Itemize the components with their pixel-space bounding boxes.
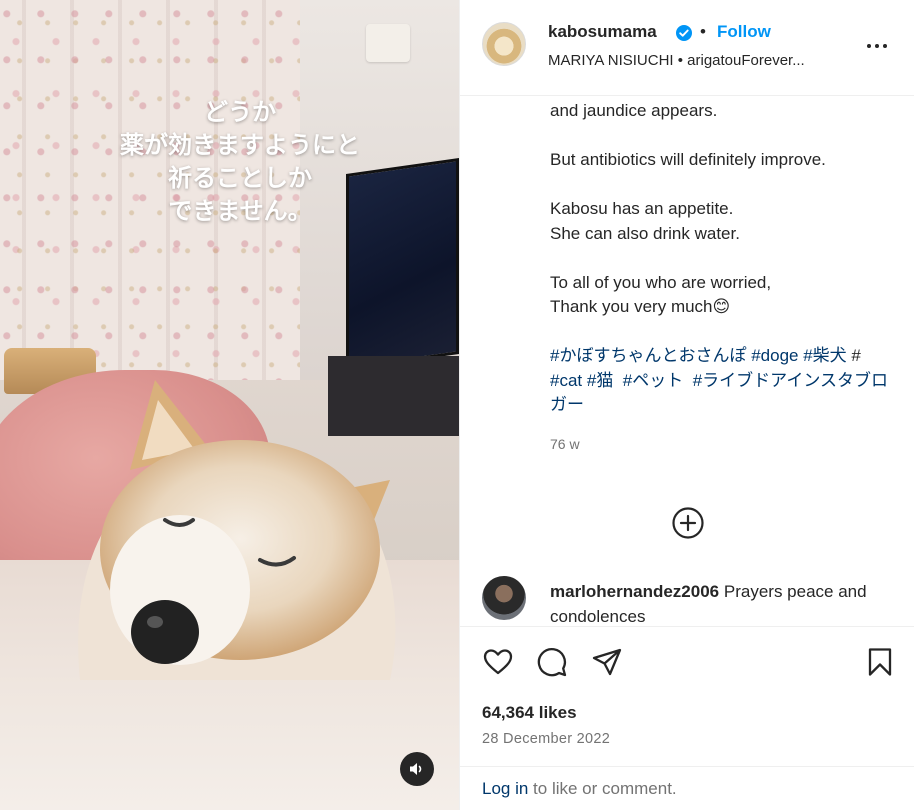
comments-scroll-area[interactable]: and jaundice appears. But antibiotics wi… bbox=[460, 97, 914, 625]
comment-icon[interactable] bbox=[536, 646, 568, 678]
hashtag-link[interactable]: #doge bbox=[751, 346, 798, 365]
audio-toggle-button[interactable] bbox=[400, 752, 434, 786]
caption-paragraph: To all of you who are worried, Thank you… bbox=[550, 272, 772, 317]
login-link[interactable]: Log in bbox=[482, 779, 528, 798]
hashtag-text: # bbox=[851, 346, 861, 365]
overlay-line: どうか bbox=[204, 98, 276, 126]
action-bar: 64,364 likes 28 December 2022 bbox=[460, 626, 914, 766]
login-prompt-text: to like or comment. bbox=[528, 779, 677, 798]
hashtag-link[interactable]: #かぼすちゃんとおさんぽ bbox=[550, 346, 746, 365]
plus-circle-icon[interactable] bbox=[671, 506, 705, 540]
hashtag-link[interactable]: #柴犬 bbox=[803, 346, 846, 365]
bookmark-icon[interactable] bbox=[864, 646, 896, 678]
hashtag-link[interactable]: #猫 bbox=[587, 371, 613, 390]
more-options-icon[interactable] bbox=[862, 34, 892, 58]
caption-paragraph: But antibiotics will definitely improve. bbox=[550, 150, 826, 169]
post-date: 28 December 2022 bbox=[482, 731, 611, 747]
shiba-dog-image bbox=[78, 380, 396, 680]
avatar[interactable] bbox=[482, 576, 526, 620]
post-media[interactable]: どうか 薬が効きますようにと 祈ることしか できません。 bbox=[0, 0, 459, 810]
avatar[interactable] bbox=[482, 22, 526, 66]
caption-paragraph: Kabosu has an appetite. She can also dri… bbox=[550, 199, 740, 243]
hashtag-list: #かぼすちゃんとおさんぽ #doge #柴犬 # #cat #猫 #ペット #ラ… bbox=[550, 344, 890, 418]
post-caption: and jaundice appears. But antibiotics wi… bbox=[550, 99, 890, 456]
hashtag-link[interactable]: #ペット bbox=[623, 371, 683, 390]
speaker-icon bbox=[410, 763, 422, 775]
likes-count[interactable]: 64,364 likes bbox=[482, 703, 577, 723]
verified-badge-icon bbox=[676, 25, 692, 41]
author-subline[interactable]: MARIYA NISIUCHI • arigatouForever... bbox=[548, 52, 805, 69]
login-footer: Log in to like or comment. bbox=[460, 766, 914, 810]
author-username[interactable]: kabosumama bbox=[548, 22, 657, 42]
wall-outlet bbox=[366, 24, 410, 62]
post-time-ago[interactable]: 76 w bbox=[550, 432, 890, 457]
overlay-line: 祈ることしか bbox=[168, 164, 312, 192]
separator-dot: • bbox=[700, 22, 706, 41]
share-icon[interactable] bbox=[591, 646, 623, 678]
post-details-panel: kabosumama • Follow MARIYA NISIUCHI • ar… bbox=[459, 0, 914, 810]
comment-username[interactable]: marlohernandez2006 bbox=[550, 582, 719, 601]
overlay-line: 薬が効きますようにと bbox=[120, 131, 360, 159]
heart-icon[interactable] bbox=[482, 646, 514, 678]
video-caption-overlay: どうか 薬が効きますようにと 祈ることしか できません。 bbox=[60, 96, 420, 228]
hashtag-link[interactable]: #cat bbox=[550, 371, 582, 390]
follow-button[interactable]: Follow bbox=[717, 22, 771, 42]
comment-body: marlohernandez2006 Prayers peace and con… bbox=[550, 580, 900, 625]
post-header: kabosumama • Follow MARIYA NISIUCHI • ar… bbox=[460, 0, 914, 96]
login-prompt: Log in to like or comment. bbox=[482, 779, 677, 799]
overlay-line: できません。 bbox=[168, 197, 312, 225]
caption-paragraph: and jaundice appears. bbox=[550, 101, 718, 120]
